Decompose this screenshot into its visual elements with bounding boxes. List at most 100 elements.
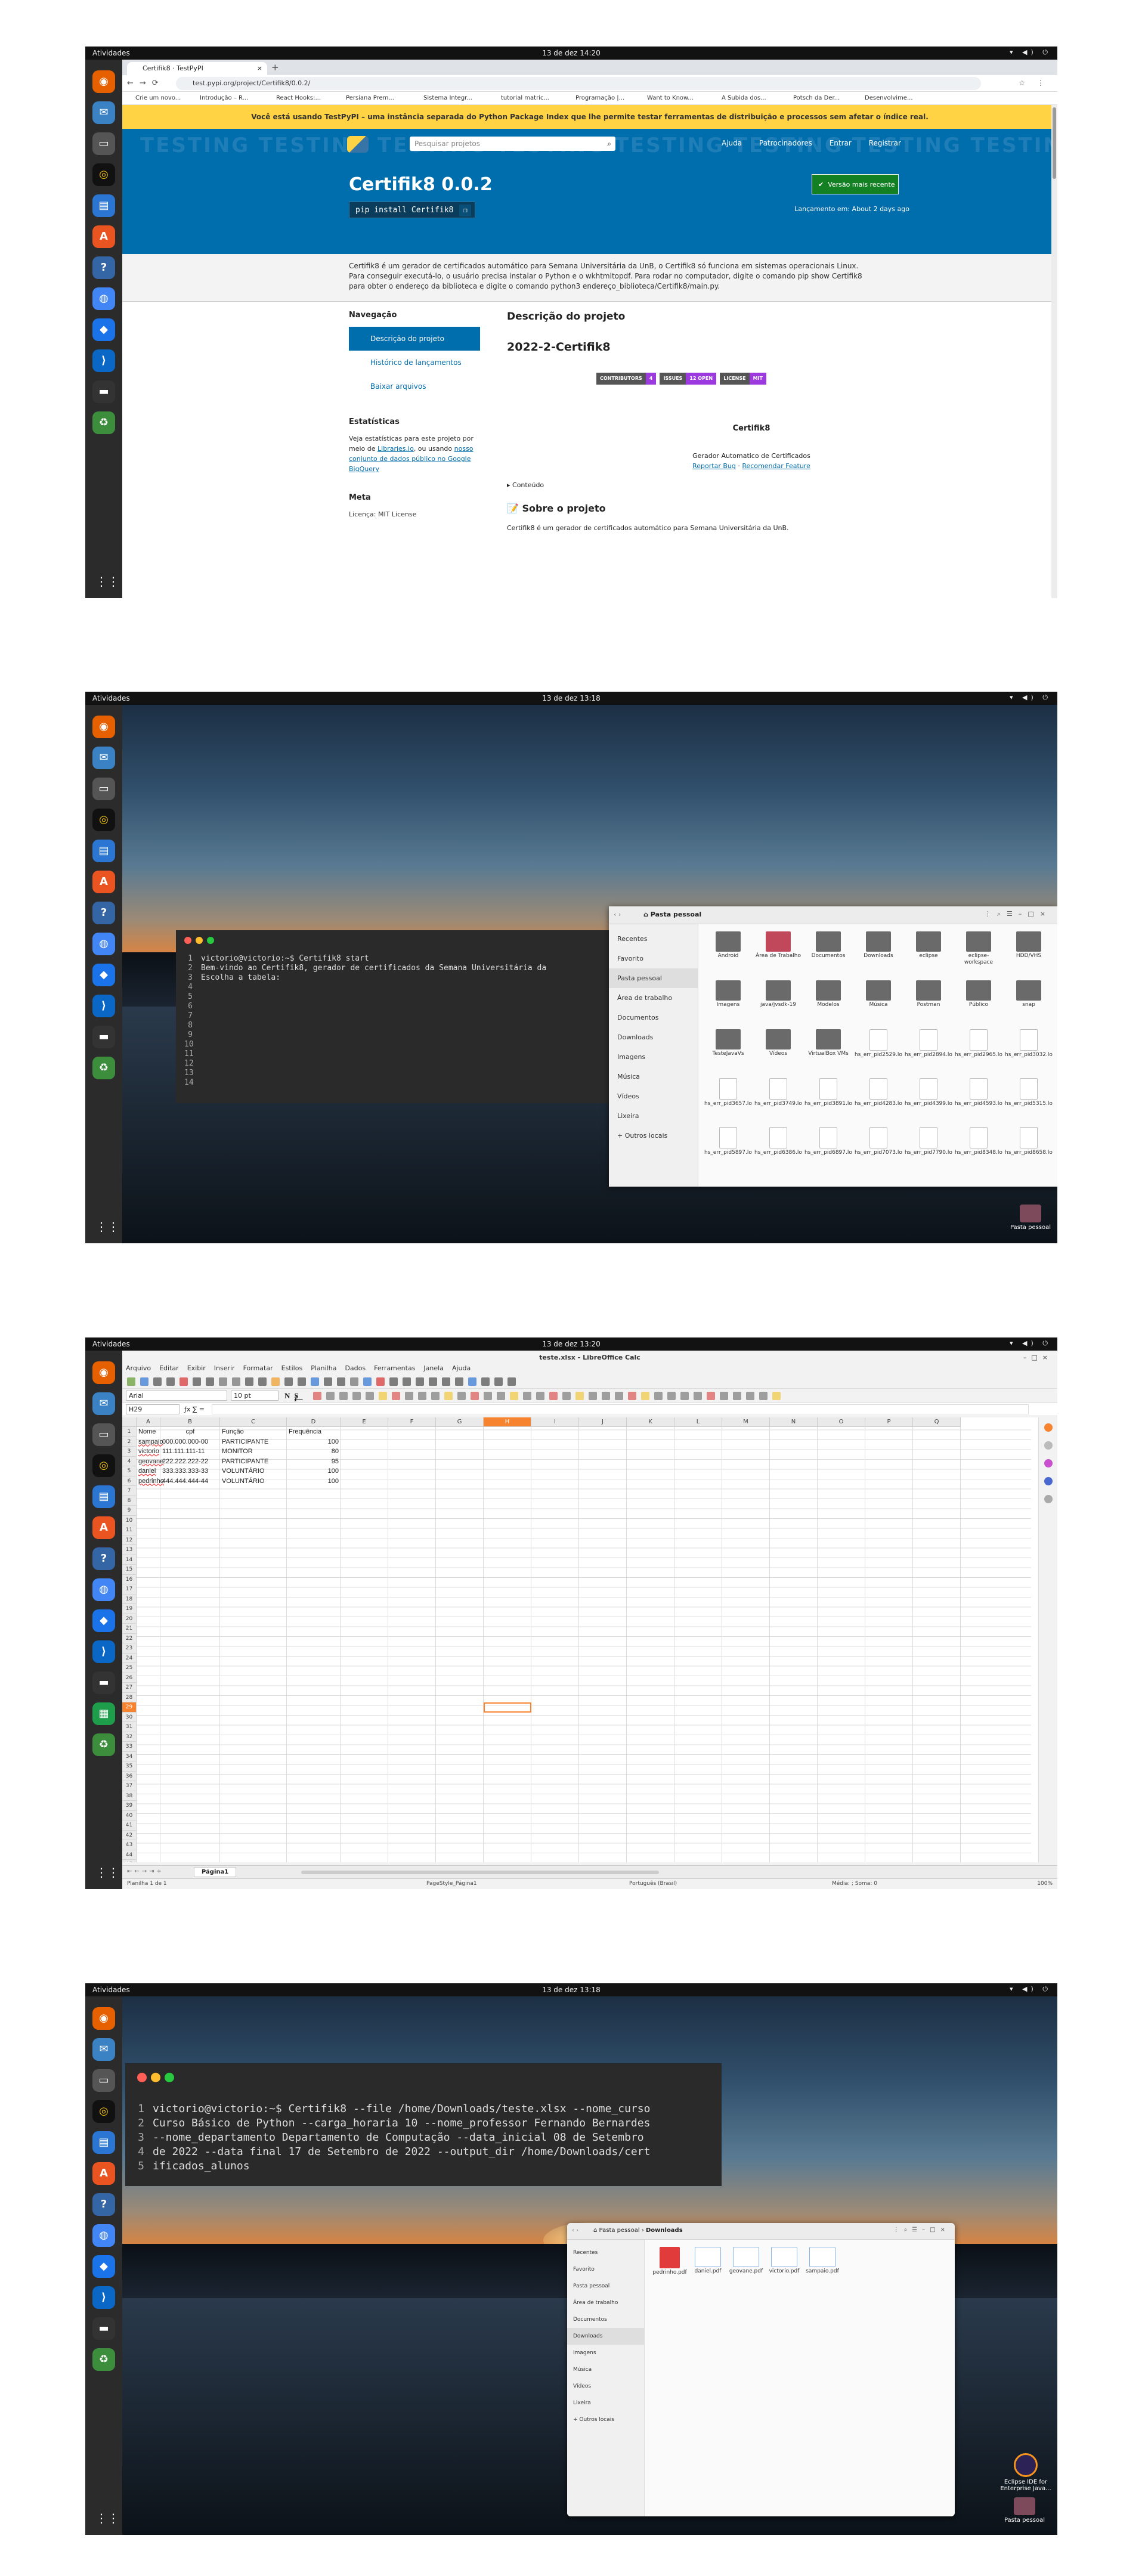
menu-item[interactable]: Janela	[423, 1364, 444, 1372]
toolbar-button-icon[interactable]	[376, 1377, 385, 1386]
bookmark[interactable]: Want to Know...	[647, 95, 694, 101]
scroll-thumb[interactable]	[1053, 107, 1056, 179]
window-controls[interactable]: –□×	[1023, 1354, 1053, 1361]
back-forward-icons[interactable]: ‹ ›	[614, 911, 621, 918]
row-header[interactable]: 21	[122, 1624, 137, 1634]
toolbar-button-icon[interactable]	[523, 1392, 531, 1400]
toolbar-button-icon[interactable]	[313, 1392, 321, 1400]
help-icon[interactable]: ?	[92, 1547, 115, 1570]
menu-item[interactable]: Dados	[345, 1364, 366, 1372]
menu-item[interactable]: Formatar	[243, 1364, 273, 1372]
toolbar-button-icon[interactable]	[405, 1392, 413, 1400]
toolbar-button-icon[interactable]	[694, 1392, 702, 1400]
vscode-icon[interactable]: ⟩	[92, 2286, 115, 2309]
column-header[interactable]: I	[531, 1417, 579, 1427]
rhythmbox-icon[interactable]: ◎	[92, 2100, 115, 2123]
log-file-tile[interactable]: hs_err_pid3749.log	[754, 1078, 802, 1125]
bookmark[interactable]: Desenvolvime...	[865, 95, 913, 101]
row-header[interactable]: 3	[122, 1447, 137, 1457]
column-header[interactable]: N	[770, 1417, 818, 1427]
toolbar-button-icon[interactable]	[429, 1377, 437, 1386]
sidebar-place[interactable]: Música	[567, 2361, 644, 2378]
table-cell[interactable]: Função	[220, 1427, 287, 1436]
row-header[interactable]: 14	[122, 1555, 137, 1565]
sidebar-place[interactable]: Pasta pessoal	[567, 2278, 644, 2295]
system-tray[interactable]: ▾ ◀) ⏻	[1010, 48, 1051, 57]
table-cell[interactable]: PARTICIPANTE	[220, 1437, 287, 1447]
issues-badge[interactable]: ISSUES 12 OPEN	[660, 373, 717, 385]
rhythmbox-icon[interactable]: ◎	[92, 163, 115, 186]
log-file-tile[interactable]: hs_err_pid2894.log	[905, 1029, 952, 1076]
thunderbird-icon[interactable]: ✉	[92, 1392, 115, 1415]
folder-tile[interactable]: Público	[955, 980, 1002, 1027]
table-cell[interactable]: victorio	[137, 1447, 160, 1456]
toolbar-button-icon[interactable]	[271, 1377, 280, 1386]
toolbar-button-icon[interactable]	[455, 1377, 463, 1386]
table-cell[interactable]: Nome	[137, 1427, 160, 1436]
toolbar-button-icon[interactable]	[615, 1392, 623, 1400]
table-cell[interactable]: geovane	[137, 1457, 163, 1466]
pypi-logo-icon[interactable]	[347, 136, 369, 153]
table-cell[interactable]: 333.333.333-33	[160, 1466, 220, 1476]
sidebar-place[interactable]: Downloads	[567, 2328, 644, 2345]
folder-tile[interactable]: TesteJavaVs	[704, 1029, 752, 1076]
spreadsheet-grid[interactable]: A B C D E F G H I J K L M N O P Q 1 2 3 4 5 6 7 8 9 10 11 12 13 14 15 16…	[122, 1417, 1038, 1862]
desktop-home-shortcut[interactable]: Pasta pessoal	[1010, 1205, 1051, 1231]
log-file-tile[interactable]: hs_err_pid5315.log	[1005, 1078, 1053, 1125]
table-cell[interactable]: cpf	[160, 1427, 220, 1436]
trash-icon[interactable]: ♻	[92, 1057, 115, 1079]
row-header[interactable]: 33	[122, 1742, 137, 1752]
toolbar-button-icon[interactable]	[431, 1392, 440, 1400]
toolbar-button-icon[interactable]	[641, 1392, 649, 1400]
log-file-tile[interactable]: hs_err_pid3891.log	[804, 1078, 852, 1125]
page-scrollbar[interactable]	[1051, 105, 1057, 598]
toolbar-button-icon[interactable]	[350, 1377, 358, 1386]
toolbar-button-icon[interactable]	[510, 1392, 518, 1400]
pdf-file-tile[interactable]: geovane.pdf	[728, 2247, 764, 2289]
app-icon[interactable]: ◆	[92, 964, 115, 986]
path-bar[interactable]: ⌂ Pasta pessoal › Downloads	[593, 2227, 683, 2234]
menu-item[interactable]: Estilos	[281, 1364, 303, 1372]
row-header[interactable]: 9	[122, 1506, 137, 1516]
column-header[interactable]: O	[818, 1417, 865, 1427]
pdf-file-tile[interactable]: victorio.pdf	[766, 2247, 802, 2289]
writer-icon[interactable]: ▤	[92, 1485, 115, 1508]
toolbar-button-icon[interactable]	[258, 1377, 267, 1386]
toolbar-button-icon[interactable]	[667, 1392, 676, 1400]
sidebar-place[interactable]: Documentos	[567, 2311, 644, 2328]
desktop-eclipse-shortcut[interactable]: Eclipse IDE for Enterprise Java...	[999, 2453, 1053, 2492]
sidebar-place[interactable]: Favorito	[609, 949, 698, 968]
toolbar-button-icon[interactable]	[602, 1392, 610, 1400]
help-icon[interactable]: ?	[92, 256, 115, 279]
sidebar-place[interactable]: Música	[609, 1067, 698, 1086]
toolbar-button-icon[interactable]	[403, 1377, 411, 1386]
font-size-box[interactable]: 10 pt	[231, 1391, 278, 1401]
files-icon[interactable]: ▭	[92, 132, 115, 155]
table-cell[interactable]: MONITOR	[220, 1447, 287, 1456]
log-file-tile[interactable]: hs_err_pid4593.log	[955, 1078, 1002, 1125]
format-icons[interactable]: NIS	[284, 1391, 303, 1403]
row-header[interactable]: 38	[122, 1791, 137, 1801]
row-header[interactable]: 40	[122, 1810, 137, 1820]
toolbar-button-icon[interactable]	[589, 1392, 597, 1400]
row-header[interactable]: 5	[122, 1466, 137, 1476]
sidebar-place[interactable]: + Outros locais	[567, 2411, 644, 2428]
log-file-tile[interactable]: hs_err_pid8348.log	[955, 1127, 1002, 1174]
app-icon[interactable]: ◆	[92, 1609, 115, 1632]
zoom-level[interactable]: 100%	[1037, 1881, 1053, 1887]
toolbar-button-icon[interactable]	[298, 1377, 306, 1386]
toolbar-button-icon[interactable]	[562, 1392, 571, 1400]
license-badge[interactable]: LICENSE MIT	[720, 373, 766, 385]
folder-tile[interactable]: Downloads	[855, 931, 902, 978]
gallery-icon[interactable]	[1044, 1459, 1053, 1467]
vscode-icon[interactable]: ⟩	[92, 995, 115, 1017]
toolbar-button-icon[interactable]	[127, 1377, 135, 1386]
pdf-file-tile[interactable]: daniel.pdf	[690, 2247, 726, 2289]
row-header[interactable]: 39	[122, 1801, 137, 1811]
column-header[interactable]: F	[388, 1417, 436, 1427]
folder-tile[interactable]: eclipse	[905, 931, 952, 978]
thunderbird-icon[interactable]: ✉	[92, 2038, 115, 2061]
nav-description[interactable]: Descrição do projeto	[349, 327, 480, 351]
sponsors-link[interactable]: Patrocinadores	[759, 139, 812, 147]
navigator-icon[interactable]	[1044, 1477, 1053, 1485]
